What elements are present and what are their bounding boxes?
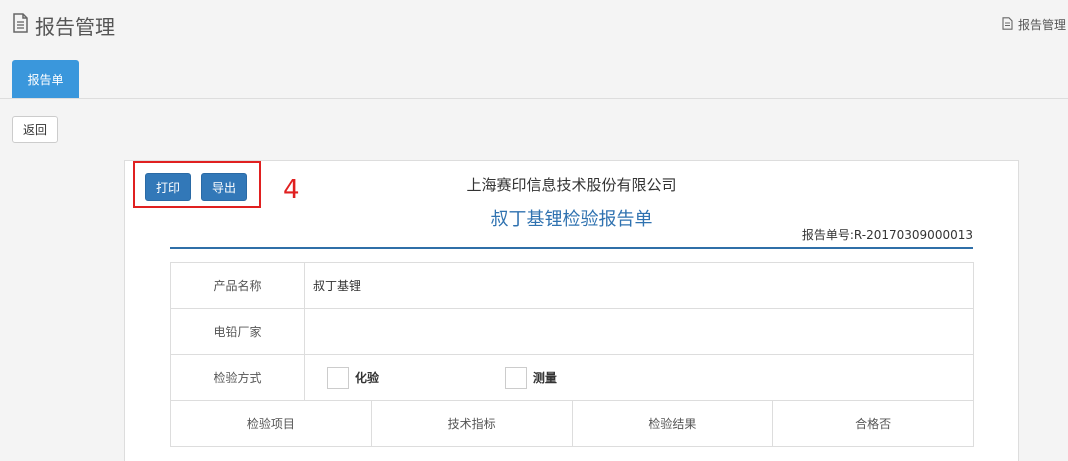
column-header-item: 检验项目	[170, 400, 372, 447]
back-button[interactable]: 返回	[12, 116, 58, 143]
title-divider	[170, 247, 973, 249]
document-icon	[12, 13, 29, 38]
inspection-items-table: 检验项目 技术指标 检验结果 合格否	[170, 400, 974, 447]
table-row: 产品名称 叔丁基锂	[170, 262, 974, 309]
method-options: 化验 测量	[304, 354, 974, 401]
document-icon	[1002, 16, 1013, 33]
report-number: 报告单号:R-20170309000013	[801, 228, 973, 242]
method-label: 检验方式	[170, 354, 305, 401]
breadcrumb[interactable]: 报告管理	[1002, 16, 1066, 33]
page-title: 报告管理	[12, 11, 115, 40]
table-row: 电铅厂家	[170, 308, 974, 355]
assay-checkbox[interactable]	[327, 366, 349, 389]
tab-report[interactable]: 报告单	[12, 60, 79, 98]
method-option-assay[interactable]: 化验	[327, 366, 380, 389]
table-header-row: 检验项目 技术指标 检验结果 合格否	[170, 400, 974, 447]
column-header-pass: 合格否	[772, 400, 974, 447]
report-panel: 打印 导出 4 上海赛印信息技术股份有限公司 叔丁基锂检验报告单 报告单号:R-…	[124, 160, 1019, 461]
page-title-text: 报告管理	[35, 15, 115, 39]
measure-label: 测量	[532, 371, 557, 385]
column-header-spec: 技术指标	[370, 400, 573, 447]
manufacturer-value	[304, 308, 974, 355]
product-name-label: 产品名称	[170, 262, 305, 309]
tab-bar: 报告单	[0, 60, 1068, 99]
product-name-value: 叔丁基锂	[304, 262, 974, 309]
method-option-measure[interactable]: 测量	[504, 366, 557, 389]
assay-label: 化验	[355, 371, 380, 385]
table-row: 检验方式 化验 测量	[170, 354, 974, 401]
measure-checkbox[interactable]	[504, 366, 527, 389]
manufacturer-label: 电铅厂家	[170, 308, 305, 355]
company-name: 上海赛印信息技术股份有限公司	[466, 176, 677, 194]
report-info-table: 产品名称 叔丁基锂 电铅厂家 检验方式 化验 测量	[170, 262, 974, 401]
breadcrumb-label: 报告管理	[1017, 18, 1066, 32]
column-header-result: 检验结果	[571, 400, 774, 447]
